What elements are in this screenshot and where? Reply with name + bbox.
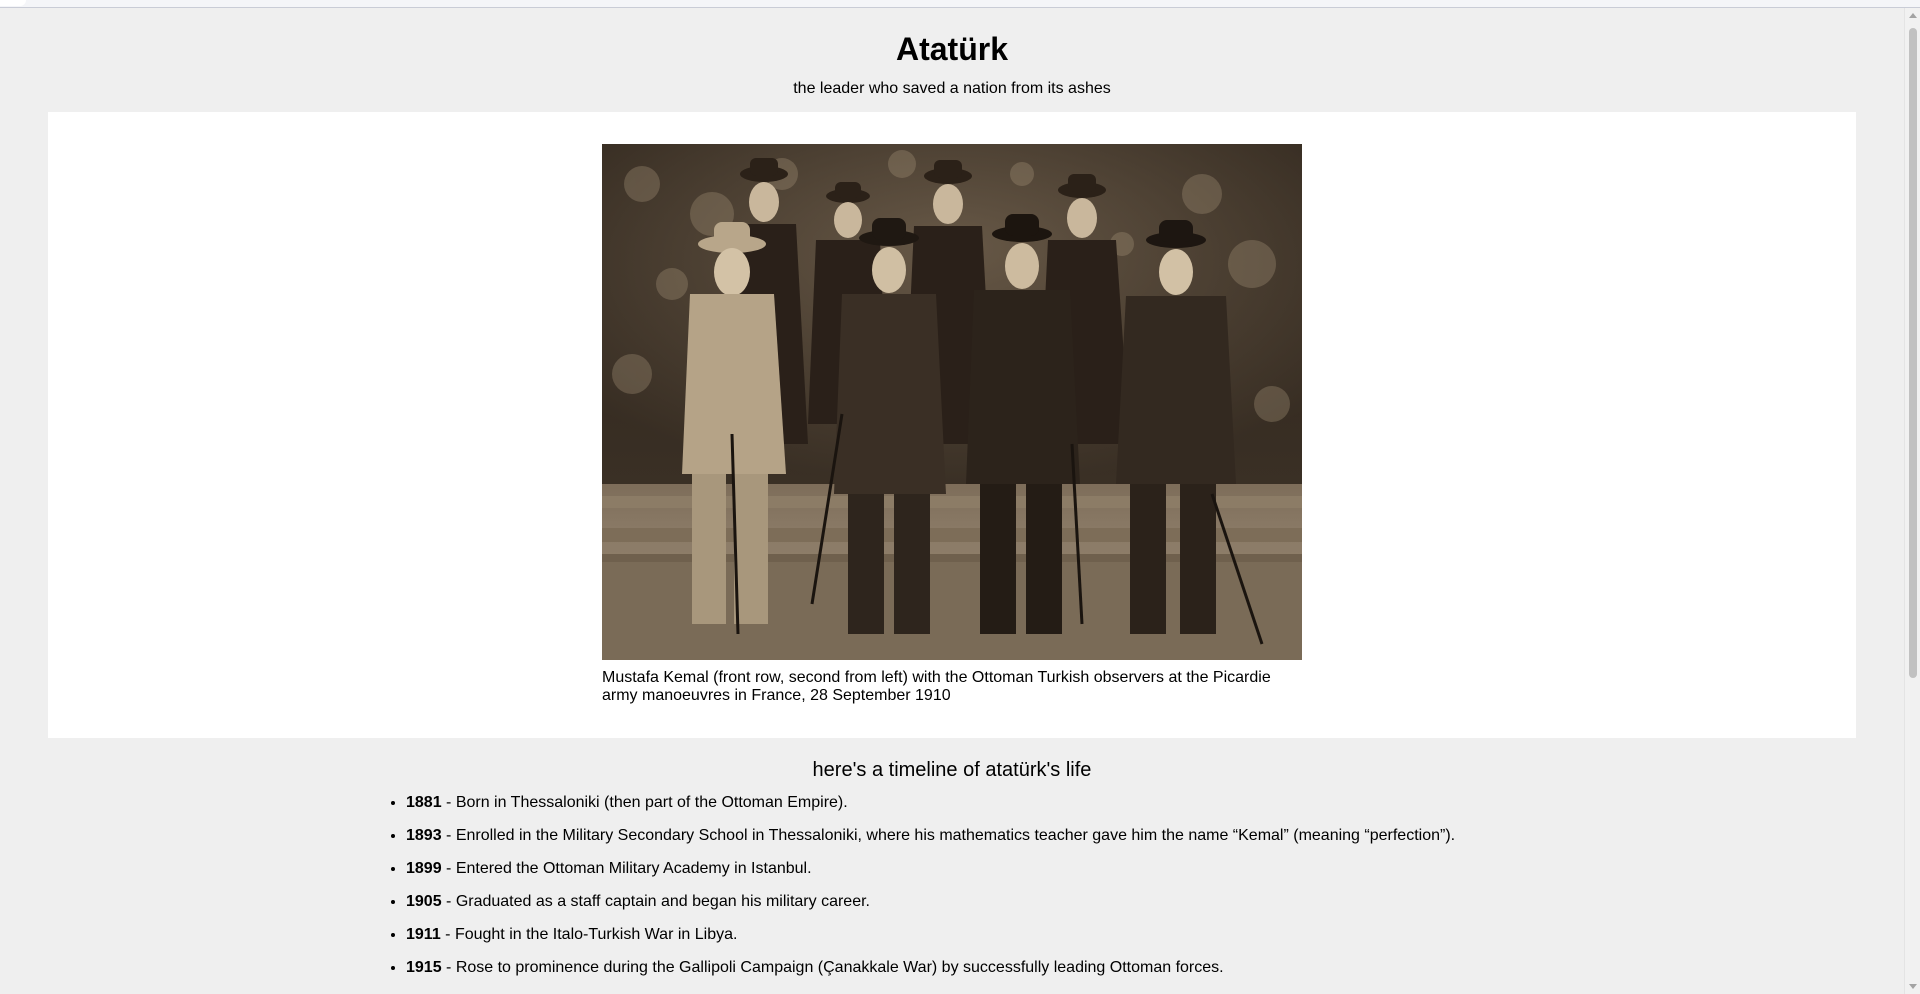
timeline-year: 1905 <box>406 893 442 910</box>
timeline-item: 1881 - Born in Thessaloniki (then part o… <box>406 794 1455 812</box>
scroll-up-arrow-icon[interactable] <box>1909 13 1917 18</box>
scroll-down-arrow-icon[interactable] <box>1909 984 1917 989</box>
timeline-separator: - <box>441 794 456 811</box>
timeline-separator: - <box>441 959 456 976</box>
page-subtitle: the leader who saved a nation from its a… <box>793 80 1111 97</box>
photo-figure: Mustafa Kemal (front row, second from le… <box>602 144 1302 705</box>
page-viewport: Atatürk the leader who saved a nation fr… <box>0 8 1904 994</box>
timeline-text: Entered the Ottoman Military Academy in … <box>455 860 812 877</box>
timeline-item: 1899 - Entered the Ottoman Military Acad… <box>406 860 1455 878</box>
vertical-scrollbar[interactable] <box>1904 8 1920 994</box>
timeline-year: 1893 <box>406 827 442 844</box>
timeline-year: 1915 <box>406 959 442 976</box>
timeline-text: Rose to prominence during the Gallipoli … <box>455 959 1224 976</box>
timeline-text: Graduated as a staff captain and began h… <box>455 893 870 910</box>
timeline-text: Fought in the Italo-Turkish War in Libya… <box>454 926 738 943</box>
timeline-separator: - <box>440 926 455 943</box>
timeline-item: 1915 - Rose to prominence during the Gal… <box>406 959 1455 977</box>
photo-panel: Mustafa Kemal (front row, second from le… <box>48 112 1856 738</box>
timeline-heading: here's a timeline of atatürk's life <box>812 759 1092 781</box>
timeline-separator: - <box>441 893 456 910</box>
timeline-separator: - <box>441 827 456 844</box>
timeline-year: 1881 <box>406 794 442 811</box>
timeline-year: 1899 <box>406 860 442 877</box>
historical-group-photo <box>602 144 1302 660</box>
tab-corner <box>0 0 26 6</box>
timeline-year: 1911 <box>406 926 441 943</box>
timeline-item: 1893 - Enrolled in the Military Secondar… <box>406 827 1455 845</box>
timeline-text: Born in Thessaloniki (then part of the O… <box>455 794 848 811</box>
timeline-text: Enrolled in the Military Secondary Schoo… <box>455 827 1456 844</box>
timeline-item: 1911 - Fought in the Italo-Turkish War i… <box>406 926 1455 944</box>
scrollbar-thumb[interactable] <box>1909 28 1917 678</box>
browser-top-edge <box>0 0 1920 8</box>
photo-caption: Mustafa Kemal (front row, second from le… <box>602 669 1271 704</box>
timeline-list: 1881 - Born in Thessaloniki (then part o… <box>379 794 1455 992</box>
timeline-item: 1905 - Graduated as a staff captain and … <box>406 893 1455 911</box>
page-title: Atatürk <box>895 31 1008 67</box>
page-header: Atatürk the leader who saved a nation fr… <box>0 8 1904 98</box>
timeline-separator: - <box>441 860 456 877</box>
